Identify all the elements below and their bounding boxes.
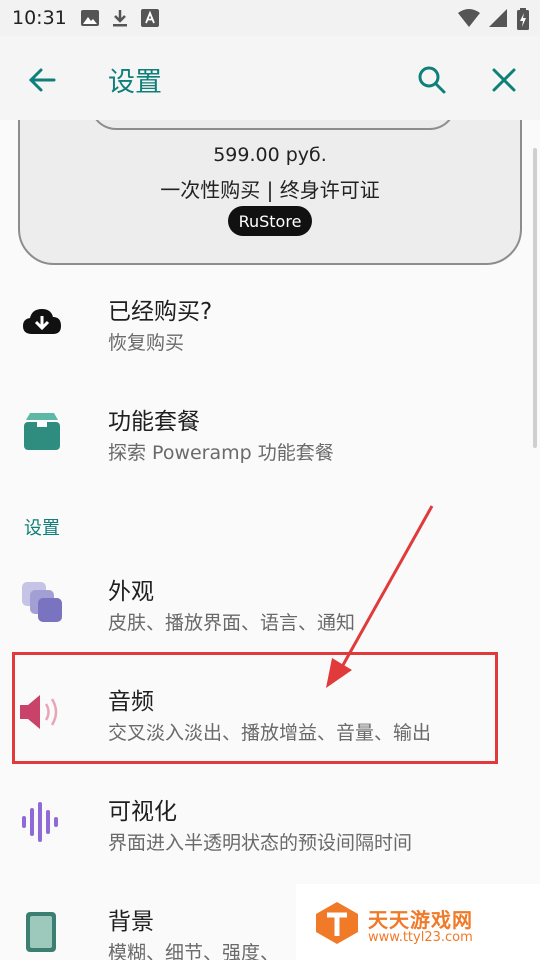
appearance-icon: [22, 582, 62, 622]
settings-list[interactable]: 599.00 руб. 一次性购买 | 终身许可证 RuStore 已经购买? …: [0, 120, 540, 960]
license-label: 一次性购买 | 终身许可证: [160, 178, 380, 202]
cloud-download-icon: [23, 309, 61, 334]
restore-purchase-item[interactable]: 已经购买? 恢复购买: [0, 270, 540, 380]
watermark-url: www.ttyl23.com: [368, 930, 473, 945]
visualization-item[interactable]: 可视化 界面进入半透明状态的预设间隔时间: [0, 770, 540, 880]
background-icon: [26, 912, 56, 952]
watermark-title: 天天游戏网: [368, 908, 473, 932]
image-icon: [81, 10, 99, 26]
rustore-badge[interactable]: RuStore: [228, 206, 312, 236]
status-time: 10:31: [12, 7, 67, 29]
package-icon: [24, 413, 60, 450]
download-icon: [113, 10, 127, 27]
battery-icon: [517, 8, 529, 30]
watermark-logo-icon: [316, 902, 358, 944]
scrollbar[interactable]: [533, 148, 537, 448]
row-subtitle: 界面进入半透明状态的预设间隔时间: [108, 832, 413, 854]
back-button[interactable]: [24, 62, 60, 98]
close-icon: [492, 68, 516, 92]
search-icon: [418, 66, 446, 94]
section-header-settings: 设置: [24, 518, 60, 539]
search-button[interactable]: [412, 60, 452, 100]
row-subtitle: 模糊、细节、强度、: [108, 942, 280, 960]
wifi-icon: [458, 9, 480, 27]
app-bar: 设置: [0, 36, 540, 120]
row-subtitle: 皮肤、播放界面、语言、通知: [108, 612, 356, 634]
price-label: 599.00 руб.: [213, 144, 327, 166]
font-icon: [141, 9, 159, 27]
row-title: 背景: [108, 909, 154, 935]
annotation-highlight-box: [12, 652, 498, 764]
purchase-card-inner: [90, 120, 456, 130]
watermark: 天天游戏网 www.ttyl23.com: [296, 884, 540, 960]
row-subtitle: 探索 Poweramp 功能套餐: [108, 442, 334, 464]
arrow-back-icon: [28, 68, 56, 92]
purchase-card[interactable]: 599.00 руб. 一次性购买 | 终身许可证 RuStore: [18, 120, 522, 265]
row-title: 功能套餐: [108, 409, 200, 435]
feature-packages-item[interactable]: 功能套餐 探索 Poweramp 功能套餐: [0, 380, 540, 490]
status-bar: 10:31: [0, 0, 540, 36]
row-title: 已经购买?: [108, 299, 213, 325]
row-title: 外观: [108, 579, 154, 605]
appearance-item[interactable]: 外观 皮肤、播放界面、语言、通知: [0, 550, 540, 660]
signal-icon: [489, 9, 507, 27]
row-title: 可视化: [108, 799, 177, 825]
waveform-icon: [22, 802, 58, 842]
status-system-icons: [458, 8, 530, 30]
status-notifications: [80, 8, 160, 28]
close-button[interactable]: [484, 60, 524, 100]
row-subtitle: 恢复购买: [108, 332, 185, 354]
page-title: 设置: [108, 67, 162, 98]
